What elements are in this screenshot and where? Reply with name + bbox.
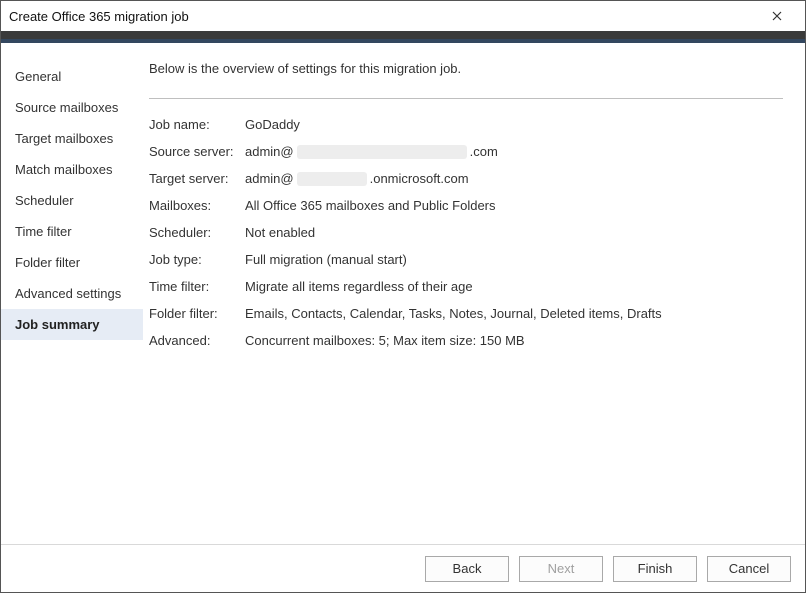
- close-icon: [772, 11, 782, 21]
- wizard-window: Create Office 365 migration job General …: [0, 0, 806, 593]
- sidebar-item-advanced-settings[interactable]: Advanced settings: [1, 278, 143, 309]
- sidebar-item-label: Job summary: [15, 317, 100, 332]
- sidebar-item-source-mailboxes[interactable]: Source mailboxes: [1, 92, 143, 123]
- sidebar-item-match-mailboxes[interactable]: Match mailboxes: [1, 154, 143, 185]
- window-close-button[interactable]: [757, 1, 797, 31]
- page-intro: Below is the overview of settings for th…: [149, 61, 783, 76]
- row-mailboxes: Mailboxes: All Office 365 mailboxes and …: [149, 198, 783, 213]
- next-button: Next: [519, 556, 603, 582]
- sidebar-item-label: Folder filter: [15, 255, 80, 270]
- sidebar-item-target-mailboxes[interactable]: Target mailboxes: [1, 123, 143, 154]
- label-scheduler: Scheduler:: [149, 225, 245, 240]
- redacted-block: [297, 145, 467, 159]
- label-job-type: Job type:: [149, 252, 245, 267]
- sidebar-item-scheduler[interactable]: Scheduler: [1, 185, 143, 216]
- redacted-block: [297, 172, 367, 186]
- value-job-name: GoDaddy: [245, 117, 783, 132]
- label-job-name: Job name:: [149, 117, 245, 132]
- label-target-server: Target server:: [149, 171, 245, 186]
- label-source-server: Source server:: [149, 144, 245, 159]
- target-server-prefix: admin@: [245, 171, 294, 186]
- row-job-name: Job name: GoDaddy: [149, 117, 783, 132]
- wizard-footer: Back Next Finish Cancel: [1, 544, 805, 592]
- sidebar-item-label: Advanced settings: [15, 286, 121, 301]
- wizard-sidebar: General Source mailboxes Target mailboxe…: [1, 43, 143, 544]
- row-source-server: Source server: admin@ .com: [149, 144, 783, 159]
- value-target-server: admin@ .onmicrosoft.com: [245, 171, 783, 186]
- label-time-filter: Time filter:: [149, 279, 245, 294]
- sidebar-item-general[interactable]: General: [1, 61, 143, 92]
- wizard-body: General Source mailboxes Target mailboxe…: [1, 43, 805, 544]
- window-title: Create Office 365 migration job: [9, 9, 757, 24]
- target-server-suffix: .onmicrosoft.com: [370, 171, 469, 186]
- separator: [149, 98, 783, 99]
- header-stripe-dark: [1, 31, 805, 39]
- label-mailboxes: Mailboxes:: [149, 198, 245, 213]
- source-server-suffix: .com: [470, 144, 498, 159]
- value-time-filter: Migrate all items regardless of their ag…: [245, 279, 783, 294]
- value-source-server: admin@ .com: [245, 144, 783, 159]
- sidebar-item-label: Scheduler: [15, 193, 74, 208]
- wizard-content: Below is the overview of settings for th…: [143, 43, 805, 544]
- sidebar-item-label: Time filter: [15, 224, 72, 239]
- finish-button[interactable]: Finish: [613, 556, 697, 582]
- sidebar-item-folder-filter[interactable]: Folder filter: [1, 247, 143, 278]
- row-folder-filter: Folder filter: Emails, Contacts, Calenda…: [149, 306, 783, 321]
- sidebar-item-label: Match mailboxes: [15, 162, 113, 177]
- value-folder-filter: Emails, Contacts, Calendar, Tasks, Notes…: [245, 306, 783, 321]
- label-folder-filter: Folder filter:: [149, 306, 245, 321]
- sidebar-item-time-filter[interactable]: Time filter: [1, 216, 143, 247]
- row-scheduler: Scheduler: Not enabled: [149, 225, 783, 240]
- label-advanced: Advanced:: [149, 333, 245, 348]
- row-advanced: Advanced: Concurrent mailboxes: 5; Max i…: [149, 333, 783, 348]
- value-advanced: Concurrent mailboxes: 5; Max item size: …: [245, 333, 783, 348]
- sidebar-item-label: Source mailboxes: [15, 100, 118, 115]
- row-job-type: Job type: Full migration (manual start): [149, 252, 783, 267]
- row-target-server: Target server: admin@ .onmicrosoft.com: [149, 171, 783, 186]
- source-server-prefix: admin@: [245, 144, 294, 159]
- cancel-button[interactable]: Cancel: [707, 556, 791, 582]
- sidebar-item-label: General: [15, 69, 61, 84]
- sidebar-item-label: Target mailboxes: [15, 131, 113, 146]
- sidebar-item-job-summary[interactable]: Job summary: [1, 309, 143, 340]
- back-button[interactable]: Back: [425, 556, 509, 582]
- value-job-type: Full migration (manual start): [245, 252, 783, 267]
- value-scheduler: Not enabled: [245, 225, 783, 240]
- row-time-filter: Time filter: Migrate all items regardles…: [149, 279, 783, 294]
- value-mailboxes: All Office 365 mailboxes and Public Fold…: [245, 198, 783, 213]
- titlebar: Create Office 365 migration job: [1, 1, 805, 31]
